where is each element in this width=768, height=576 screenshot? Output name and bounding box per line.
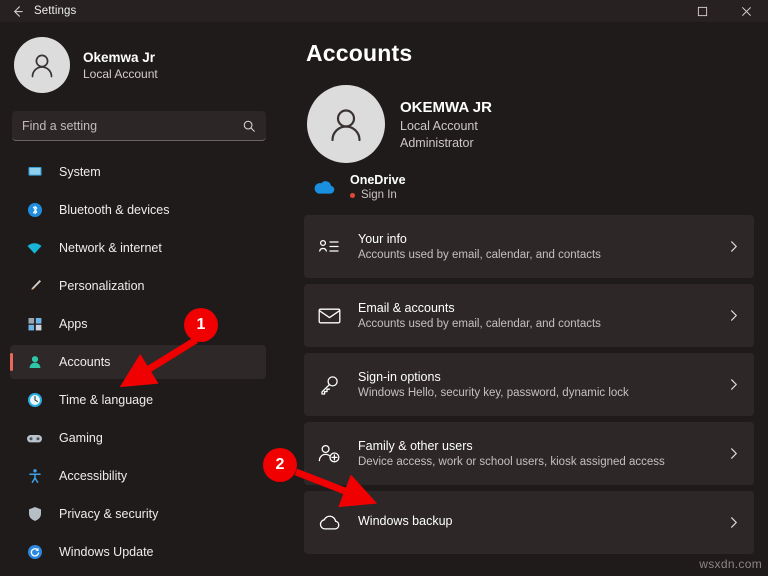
annotation-badge-1: 1 <box>184 308 218 342</box>
settings-window: Settings Okemwa Jr Local Account Find a … <box>0 0 768 576</box>
annotation-arrow-1 <box>119 337 378 508</box>
annotation-badge-2: 2 <box>263 448 297 482</box>
watermark: wsxdn.com <box>699 557 762 571</box>
